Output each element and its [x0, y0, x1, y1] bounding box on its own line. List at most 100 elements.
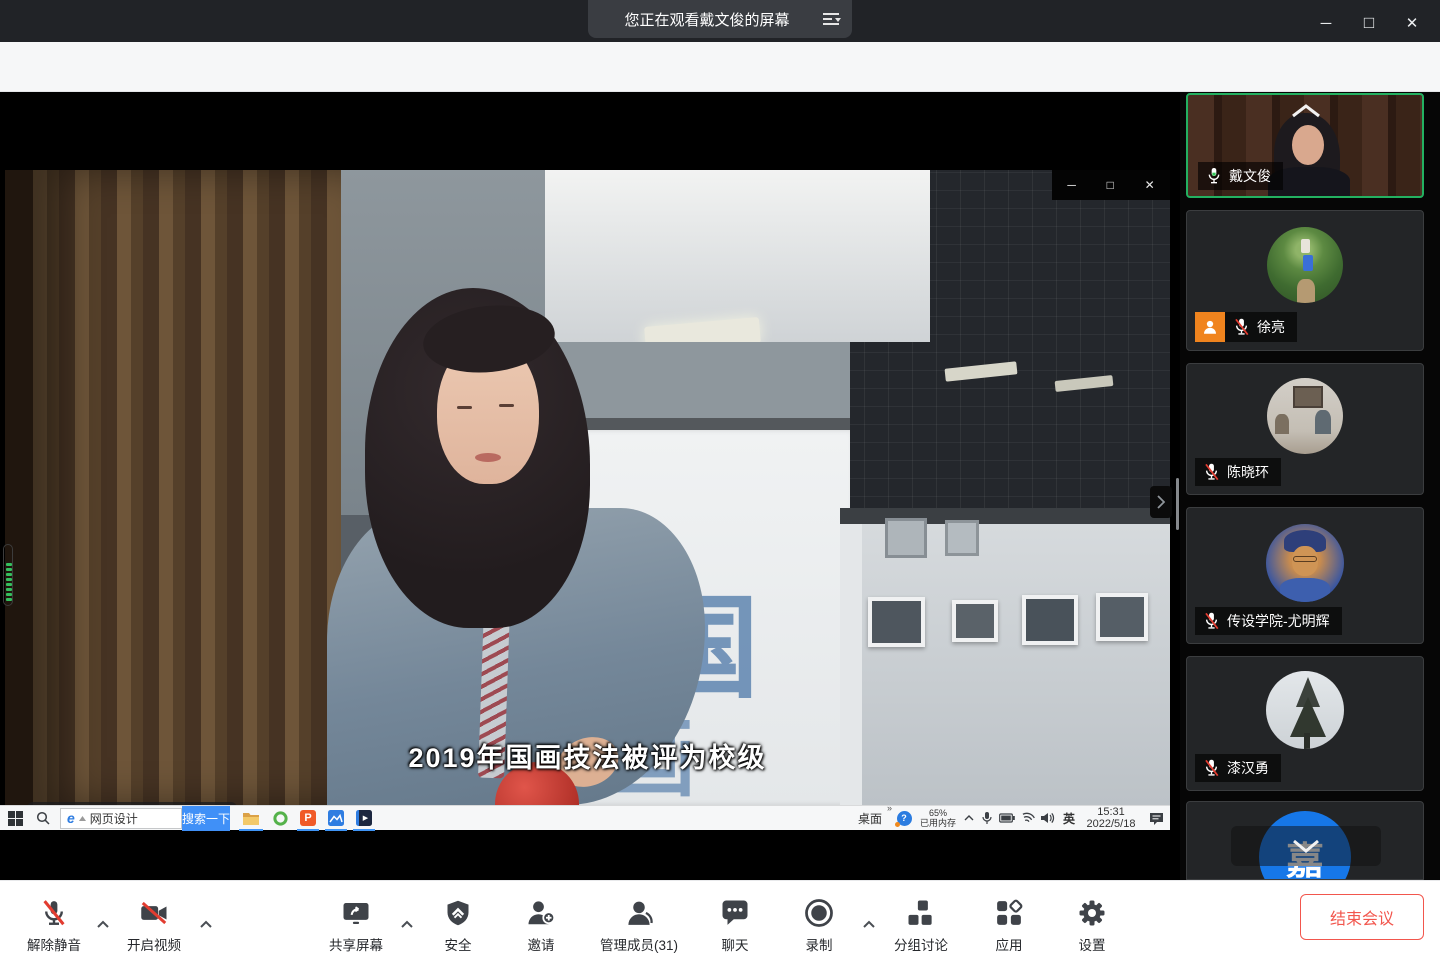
settings-gear-icon	[1077, 898, 1107, 928]
picture-frame	[1096, 593, 1148, 641]
video-restore-icon[interactable]: □	[1107, 178, 1114, 192]
tray-chevron-icon	[964, 815, 974, 821]
presentation-video[interactable]: 国 画	[5, 170, 1170, 805]
video-minimize-icon[interactable]: ─	[1067, 178, 1076, 192]
address-text[interactable]: 网页设计	[90, 810, 138, 827]
desktop-toggle[interactable]: 桌面 »	[858, 810, 882, 827]
input-language[interactable]: 英	[1058, 810, 1080, 827]
wps-ppt-button[interactable]: P	[294, 806, 322, 831]
manage-members-button[interactable]: 管理成员(31)	[584, 898, 694, 954]
apps-icon	[994, 898, 1024, 928]
participant-tile-qihanyong[interactable]: 漆汉勇	[1186, 656, 1424, 791]
maximize-button[interactable]: □	[1356, 11, 1382, 35]
tray-volume[interactable]	[1038, 806, 1058, 831]
participant-tile-xuliang[interactable]: 徐亮	[1186, 210, 1424, 351]
mic-slash-icon	[39, 898, 69, 928]
meeting-toolbar-top: 01:34:25 演讲者视图	[0, 42, 1440, 92]
active-indicator	[325, 829, 347, 831]
photos-icon	[328, 810, 344, 826]
taskbar-search-button[interactable]	[30, 806, 56, 831]
sidebar-scrollbar[interactable]	[1176, 478, 1179, 530]
file-explorer-button[interactable]	[236, 806, 266, 831]
active-indicator	[297, 829, 319, 831]
video-close-icon[interactable]: ✕	[1145, 178, 1155, 192]
avatar-body	[1280, 578, 1330, 602]
mic-muted-icon	[1203, 612, 1220, 630]
avatar-path	[1297, 279, 1315, 303]
chat-icon	[720, 898, 750, 928]
safety-360-tray[interactable]: ?	[892, 806, 916, 831]
share-menu-button[interactable]	[812, 0, 852, 38]
action-center[interactable]	[1142, 806, 1170, 831]
battery-icon	[999, 813, 1015, 823]
picture-frame	[945, 520, 979, 556]
participant-avatar	[1266, 524, 1344, 602]
minimize-button[interactable]: ─	[1313, 11, 1339, 35]
projection-screen	[545, 170, 930, 342]
title-bar: 您正在观看戴文俊的屏幕 ─ □ ✕	[0, 0, 1440, 42]
folder-icon	[242, 811, 260, 826]
search-icon	[36, 811, 50, 825]
video-options-chevron[interactable]	[199, 916, 213, 934]
share-screen-button[interactable]: 共享屏幕	[301, 898, 411, 954]
record-button[interactable]: 录制	[764, 898, 874, 954]
lips	[475, 453, 501, 462]
share-screen-label: 共享屏幕	[329, 934, 383, 954]
search-go-button[interactable]: 搜索一下	[182, 806, 230, 831]
invite-button[interactable]: 邀请	[486, 898, 596, 954]
participant-tile-partial[interactable]: 嘉	[1186, 801, 1424, 880]
tray-wifi[interactable]	[1018, 806, 1038, 831]
scroll-more-button[interactable]	[1231, 826, 1381, 866]
tray-mic[interactable]	[978, 806, 996, 831]
tray-expand[interactable]	[960, 806, 978, 831]
participant-tile-youminghui[interactable]: 传设学院-尤明辉	[1186, 507, 1424, 644]
eye	[457, 406, 472, 409]
chevron-down-icon	[1289, 838, 1323, 854]
start-video-button[interactable]: 开启视频	[99, 898, 209, 954]
share-title: 您正在观看戴文俊的屏幕	[588, 9, 812, 30]
collapse-tiles-button[interactable]	[1287, 103, 1325, 124]
chevron-up-icon	[1287, 103, 1325, 119]
volume-icon	[1041, 812, 1055, 824]
settings-label: 设置	[1079, 934, 1106, 954]
end-meeting-button[interactable]: 结束会议	[1300, 894, 1424, 940]
settings-button[interactable]: 设置	[1037, 898, 1147, 954]
tray-battery[interactable]	[996, 806, 1018, 831]
camera-slash-icon	[138, 898, 170, 928]
meeting-controls-bar: 解除静音 开启视频 共享屏幕	[0, 880, 1440, 960]
participant-name: 徐亮	[1257, 317, 1285, 337]
browser-360-button[interactable]	[266, 806, 294, 831]
unmute-button[interactable]: 解除静音	[0, 898, 109, 954]
taskbar-address-box[interactable]: e 网页设计	[60, 808, 182, 829]
active-indicator	[239, 829, 263, 831]
breakout-icon	[906, 898, 936, 928]
participant-name: 戴文俊	[1229, 166, 1271, 186]
avatar-figure	[1275, 414, 1289, 434]
wifi-icon	[1019, 810, 1036, 826]
chat-label: 聊天	[722, 934, 749, 954]
participant-tile-chenxiaohuan[interactable]: 陈晓环	[1186, 363, 1424, 495]
scene-edge	[5, 170, 35, 805]
wps-ppt-icon: P	[300, 810, 316, 826]
mic-active-icon	[1206, 167, 1222, 185]
security-label: 安全	[445, 934, 472, 954]
participant-name-label: 陈晓环	[1195, 458, 1281, 486]
windows-taskbar: e 网页设计 搜索一下 P	[0, 805, 1170, 830]
participant-avatar	[1267, 378, 1343, 454]
ie-icon: e	[67, 810, 75, 826]
avatar-figure	[1301, 239, 1310, 253]
avatar-figure	[1303, 255, 1313, 271]
start-button[interactable]	[0, 806, 30, 831]
collapse-sidebar-button[interactable]	[1150, 486, 1172, 518]
share-screen-icon	[341, 898, 371, 928]
avatar-figure	[1315, 410, 1331, 434]
close-button[interactable]: ✕	[1399, 11, 1425, 35]
video-player-button[interactable]: ▶	[350, 806, 378, 831]
photos-app-button[interactable]	[322, 806, 350, 831]
participant-tile-daiwenjun[interactable]: 戴文俊	[1186, 93, 1424, 198]
minimize-icon: ─	[1321, 15, 1332, 32]
wall-strip	[545, 342, 850, 422]
manage-members-label: 管理成员(31)	[600, 934, 678, 954]
desktop-label: 桌面	[858, 812, 882, 826]
tray-clock[interactable]: 15:31 2022/5/18	[1080, 806, 1142, 830]
